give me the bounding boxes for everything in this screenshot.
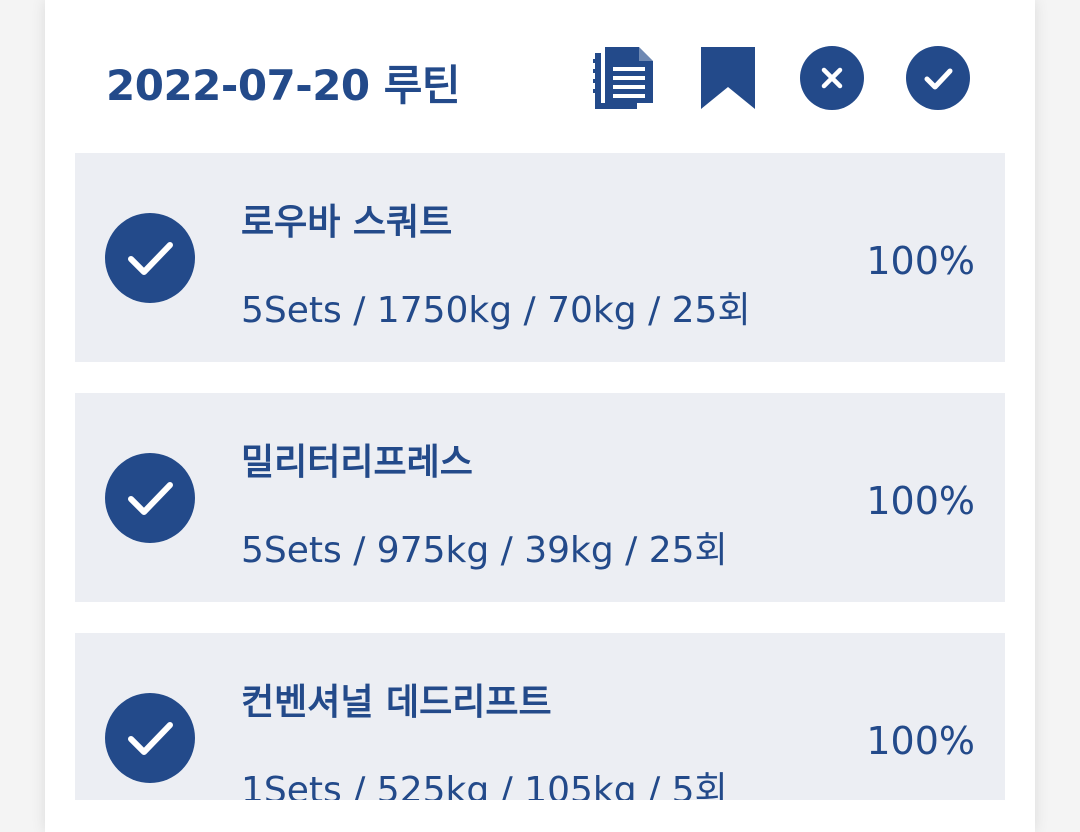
exercise-detail: 5Sets / 975kg / 39kg / 25회	[241, 530, 728, 571]
confirm-button[interactable]	[905, 45, 971, 111]
close-button[interactable]	[799, 45, 865, 111]
completed-check-icon[interactable]	[105, 453, 195, 543]
exercise-item[interactable]: 밀리터리프레스 5Sets / 975kg / 39kg / 25회 100%	[75, 393, 1005, 602]
exercise-percent: 100%	[866, 239, 975, 283]
routine-title: 2022-07-20 루틴	[106, 61, 461, 110]
exercise-detail: 5Sets / 1750kg / 70kg / 25회	[241, 290, 751, 331]
exercise-detail: 1Sets / 525kg / 105kg / 5회	[241, 770, 728, 800]
exercise-name: 컨벤셔널 데드리프트	[241, 682, 552, 723]
exercise-percent: 100%	[866, 719, 975, 763]
exercise-list[interactable]: 로우바 스쿼트 5Sets / 1750kg / 70kg / 25회 100%…	[75, 153, 1005, 800]
routine-card: 2022-07-20 루틴 로우바 스쿼트 5Sets / 1750kg / 7…	[45, 0, 1035, 832]
copy-button[interactable]	[591, 45, 657, 111]
exercise-name: 밀리터리프레스	[241, 442, 473, 483]
close-icon	[800, 46, 864, 110]
document-copy-icon	[593, 47, 653, 109]
exercise-name: 로우바 스쿼트	[241, 202, 453, 243]
bookmark-button[interactable]	[695, 45, 761, 111]
completed-check-icon[interactable]	[105, 213, 195, 303]
exercise-percent: 100%	[866, 479, 975, 523]
bookmark-icon	[701, 47, 755, 109]
check-icon	[906, 46, 970, 110]
exercise-item[interactable]: 로우바 스쿼트 5Sets / 1750kg / 70kg / 25회 100%	[75, 153, 1005, 362]
completed-check-icon[interactable]	[105, 693, 195, 783]
exercise-item[interactable]: 컨벤셔널 데드리프트 1Sets / 525kg / 105kg / 5회 10…	[75, 633, 1005, 800]
routine-header: 2022-07-20 루틴	[45, 0, 1035, 150]
